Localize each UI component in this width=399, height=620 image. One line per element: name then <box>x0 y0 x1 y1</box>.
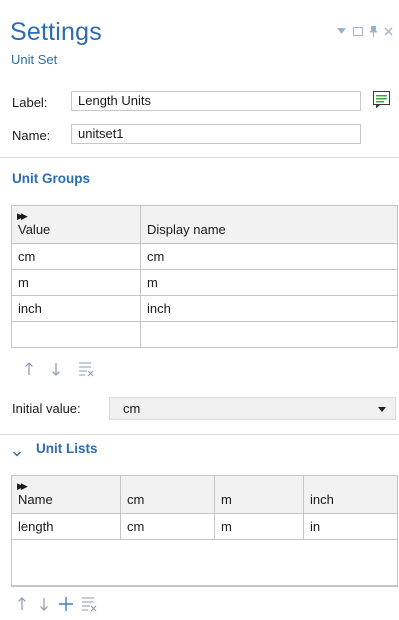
column-header-value[interactable]: ▶▶ Value <box>11 205 141 244</box>
chevron-down-icon <box>378 407 386 412</box>
add-icon[interactable] <box>58 596 74 615</box>
clear-table-icon[interactable] <box>81 596 97 615</box>
unit-lists-title[interactable]: Unit Lists <box>36 441 98 456</box>
move-down-icon[interactable] <box>39 597 49 614</box>
table-header-row: ▶▶ Value Display name <box>11 205 398 244</box>
clear-table-icon[interactable] <box>78 361 94 380</box>
move-up-icon[interactable] <box>17 597 27 614</box>
initial-value-caption: Initial value: <box>12 401 81 416</box>
collapse-chevron-icon[interactable] <box>12 446 22 461</box>
table-row[interactable]: inch inch <box>11 295 398 322</box>
table-empty-area[interactable] <box>11 539 398 587</box>
table-cell[interactable]: inch <box>11 295 141 322</box>
divider <box>0 434 399 435</box>
table-cell[interactable]: m <box>214 513 304 540</box>
table-cell[interactable] <box>11 539 398 587</box>
table-cell[interactable]: m <box>140 269 398 296</box>
unit-groups-table: ▶▶ Value Display name cm cm m m inch inch <box>11 205 398 348</box>
unit-lists-table: ▶▶ Name cm m inch length cm m in <box>11 475 398 587</box>
pin-icon[interactable] <box>370 26 377 37</box>
table-cell[interactable]: length <box>11 513 121 540</box>
column-header-display-name[interactable]: Display name <box>140 205 398 244</box>
label-field[interactable]: Length Units <box>71 91 361 111</box>
dropdown-icon[interactable] <box>337 28 346 35</box>
initial-value-select[interactable]: cm <box>109 397 396 420</box>
maximize-icon[interactable] <box>353 27 363 36</box>
divider <box>0 157 399 158</box>
expand-columns-icon[interactable]: ▶▶ <box>17 481 28 492</box>
column-header-name[interactable]: ▶▶ Name <box>11 475 121 514</box>
unit-groups-title: Unit Groups <box>12 171 90 186</box>
move-down-icon[interactable] <box>51 362 61 379</box>
table-row[interactable]: cm cm <box>11 243 398 270</box>
table-header-row: ▶▶ Name cm m inch <box>11 475 398 514</box>
table-cell[interactable]: cm <box>140 243 398 270</box>
table-cell[interactable]: cm <box>11 243 141 270</box>
page-title: Settings <box>10 18 102 46</box>
table-row[interactable] <box>11 321 398 348</box>
name-field[interactable]: unitset1 <box>71 124 361 144</box>
table-cell[interactable] <box>140 321 398 348</box>
column-header-m[interactable]: m <box>214 475 304 514</box>
column-header-cm[interactable]: cm <box>120 475 215 514</box>
window-controls <box>337 26 393 37</box>
table-cell[interactable]: inch <box>140 295 398 322</box>
close-icon[interactable] <box>384 27 393 36</box>
table-cell[interactable]: cm <box>120 513 215 540</box>
move-up-icon[interactable] <box>24 362 34 379</box>
name-caption: Name: <box>12 128 51 143</box>
table-row[interactable]: m m <box>11 269 398 296</box>
comment-icon[interactable] <box>372 90 392 113</box>
table-row[interactable]: length cm m in <box>11 513 398 540</box>
column-header-inch[interactable]: inch <box>303 475 398 514</box>
expand-columns-icon[interactable]: ▶▶ <box>17 211 28 222</box>
initial-value-selected: cm <box>123 401 141 416</box>
label-caption: Label: <box>12 95 48 110</box>
table-cell[interactable]: m <box>11 269 141 296</box>
table-cell[interactable]: in <box>303 513 398 540</box>
page-subtitle: Unit Set <box>11 52 58 67</box>
table-cell[interactable] <box>11 321 141 348</box>
